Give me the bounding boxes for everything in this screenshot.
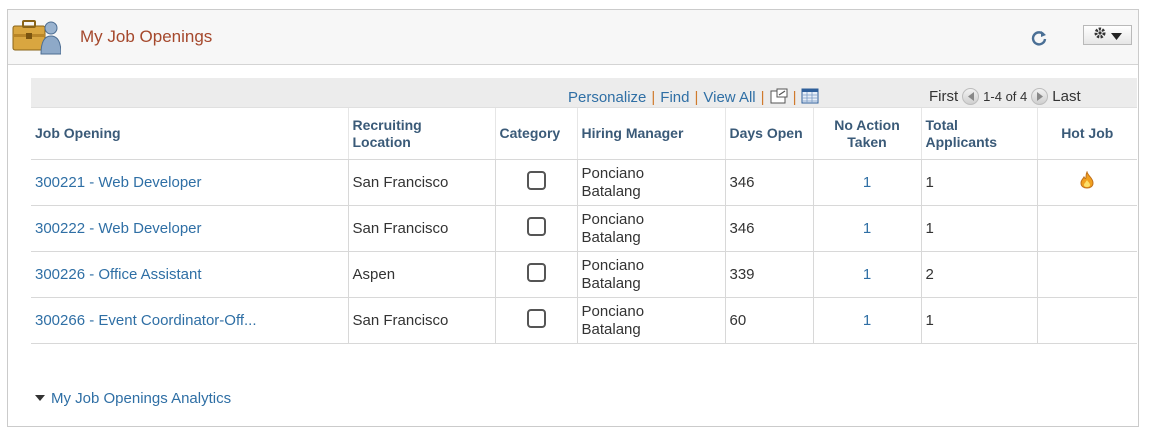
category-cell — [494, 297, 577, 344]
col-header-recruiting-location[interactable]: Recruiting Location — [347, 108, 495, 160]
col-header-job-opening[interactable]: Job Opening — [31, 108, 348, 160]
pagelet-header: My Job Openings — [8, 10, 1138, 65]
hot-job-cell — [1036, 205, 1137, 252]
prev-arrow-icon[interactable] — [962, 88, 980, 105]
table-row: 300221 - Web Developer San Francisco Pon… — [31, 159, 1137, 206]
refresh-icon[interactable] — [1029, 28, 1049, 48]
my-job-openings-pagelet: My Job Openings Personalize | Find | View Al… — [7, 9, 1139, 427]
category-checkbox[interactable] — [526, 170, 546, 190]
download-grid-icon[interactable] — [801, 88, 819, 108]
table-row: 300222 - Web Developer San Francisco Pon… — [31, 205, 1137, 252]
find-link[interactable]: Find — [660, 89, 689, 106]
location-cell: Aspen — [347, 251, 495, 298]
pagelet-title: My Job Openings — [80, 27, 213, 46]
manager-first: Ponciano — [581, 210, 645, 228]
flame-icon — [1079, 170, 1095, 193]
job-openings-grid: Personalize | Find | View All | | First 1-4 of… — [31, 78, 1137, 344]
gear-icon — [1093, 26, 1107, 44]
no-action-cell[interactable]: 1 — [812, 297, 921, 344]
table-row: 300266 - Event Coordinator-Off... San Fr… — [31, 297, 1137, 344]
days-open-cell: 60 — [724, 297, 813, 344]
days-open-cell: 339 — [724, 251, 813, 298]
col-header-days-open[interactable]: Days Open — [724, 108, 813, 160]
manager-first: Ponciano — [581, 256, 645, 274]
manager-first: Ponciano — [581, 302, 645, 320]
job-opening-link[interactable]: 300266 - Event Coordinator-Off... — [35, 312, 257, 329]
triangle-down-icon — [35, 395, 45, 401]
col-header-no-action-taken[interactable]: No Action Taken — [812, 108, 921, 160]
job-opening-cell: 300266 - Event Coordinator-Off... — [31, 297, 348, 344]
category-cell — [494, 251, 577, 298]
grid-pager: First 1-4 of 4 Last — [929, 88, 1081, 105]
briefcase-person-icon — [11, 16, 62, 56]
chevron-down-icon — [1111, 27, 1122, 44]
header-line: Taken — [847, 133, 887, 150]
days-open-cell: 346 — [724, 159, 813, 206]
days-open-cell: 346 — [724, 205, 813, 252]
total-applicants-cell: 1 — [920, 205, 1037, 252]
category-checkbox[interactable] — [526, 262, 546, 282]
category-cell — [494, 159, 577, 206]
hiring-manager-cell: Ponciano Batalang — [576, 297, 725, 344]
last-label: Last — [1052, 88, 1081, 105]
personalize-link[interactable]: Personalize — [568, 89, 646, 106]
analytics-toggle[interactable]: My Job Openings Analytics — [35, 390, 231, 407]
manager-last: Batalang — [581, 182, 641, 200]
total-applicants-cell: 1 — [920, 297, 1037, 344]
location-cell: San Francisco — [347, 205, 495, 252]
first-label: First — [929, 88, 959, 105]
col-header-category[interactable]: Category — [494, 108, 577, 160]
no-action-cell[interactable]: 1 — [812, 251, 921, 298]
next-arrow-icon[interactable] — [1031, 88, 1049, 105]
job-opening-link[interactable]: 300226 - Office Assistant — [35, 266, 202, 283]
grid-toolbar-links: Personalize | Find | View All | | — [568, 88, 819, 108]
hiring-manager-cell: Ponciano Batalang — [576, 251, 725, 298]
separator: | — [760, 89, 765, 106]
location-cell: San Francisco — [347, 297, 495, 344]
job-opening-link[interactable]: 300222 - Web Developer — [35, 220, 202, 237]
manager-first: Ponciano — [581, 164, 645, 182]
job-opening-cell: 300226 - Office Assistant — [31, 251, 348, 298]
table-header-row: Job Opening Recruiting Location Category … — [31, 108, 1137, 160]
hiring-manager-cell: Ponciano Batalang — [576, 159, 725, 206]
hiring-manager-cell: Ponciano Batalang — [576, 205, 725, 252]
col-header-hot-job[interactable]: Hot Job — [1036, 108, 1137, 160]
col-header-total-applicants[interactable]: Total Applicants — [920, 108, 1037, 160]
manager-last: Batalang — [581, 274, 641, 292]
manager-last: Batalang — [581, 320, 641, 338]
job-opening-cell: 300221 - Web Developer — [31, 159, 348, 206]
location-cell: San Francisco — [347, 159, 495, 206]
hot-job-cell — [1036, 297, 1137, 344]
analytics-label: My Job Openings Analytics — [51, 390, 232, 407]
manager-last: Batalang — [581, 228, 641, 246]
separator: | — [792, 89, 797, 106]
hot-job-cell — [1036, 159, 1137, 206]
table-row: 300226 - Office Assistant Aspen Ponciano… — [31, 251, 1137, 298]
actions-menu-button[interactable] — [1083, 25, 1132, 45]
view-all-link[interactable]: View All — [703, 89, 755, 106]
total-applicants-cell: 1 — [920, 159, 1037, 206]
job-opening-cell: 300222 - Web Developer — [31, 205, 348, 252]
header-line: No Action — [834, 116, 900, 133]
new-window-icon[interactable] — [770, 88, 788, 108]
total-applicants-cell: 2 — [920, 251, 1037, 298]
header-line: Recruiting — [352, 116, 422, 133]
col-header-hiring-manager[interactable]: Hiring Manager — [576, 108, 725, 160]
category-cell — [494, 205, 577, 252]
no-action-cell[interactable]: 1 — [812, 159, 921, 206]
separator: | — [651, 89, 656, 106]
category-checkbox[interactable] — [526, 216, 546, 236]
row-range: 1-4 of 4 — [983, 89, 1028, 104]
no-action-cell[interactable]: 1 — [812, 205, 921, 252]
job-opening-link[interactable]: 300221 - Web Developer — [35, 174, 202, 191]
separator: | — [694, 89, 699, 106]
header-line: Total — [925, 116, 958, 133]
header-line: Applicants — [925, 133, 998, 150]
hot-job-cell — [1036, 251, 1137, 298]
grid-toolbar: Personalize | Find | View All | | First 1-4 of… — [31, 78, 1137, 108]
job-openings-table: Job Opening Recruiting Location Category … — [31, 108, 1137, 344]
header-line: Location — [352, 133, 411, 150]
category-checkbox[interactable] — [526, 308, 546, 328]
